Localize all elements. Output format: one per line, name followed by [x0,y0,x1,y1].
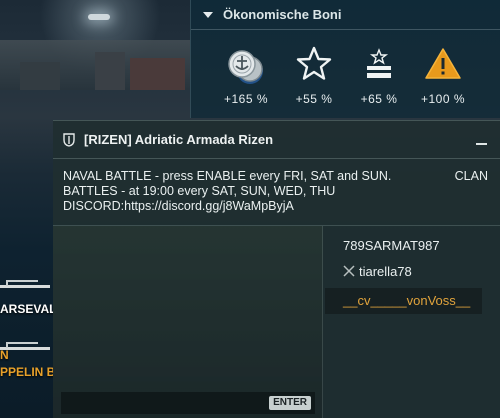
minimize-button[interactable] [476,133,488,147]
economic-bonuses-title: Ökonomische Boni [223,7,342,22]
clan-message-of-the-day: NAVAL BATTLE - press ENABLE every FRI, S… [63,169,463,214]
chat-title-bar[interactable]: [RIZEN] Adriatic Armada Rizen [53,121,500,159]
member-list: 789SARMAT987 tiarella78 __cv_____vonVoss… [325,226,500,418]
channel-label: CLAN [454,169,488,183]
bonus-xp[interactable]: +55 % [284,42,344,106]
bonus-value: +165 % [223,92,269,106]
ship-name-label[interactable]: PPELIN B [0,365,55,379]
bonus-value: +100 % [420,92,466,106]
member-list-item[interactable]: 789SARMAT987 [343,238,440,253]
ship-name-label[interactable]: N [0,348,9,362]
chat-title: [RIZEN] Adriatic Armada Rizen [84,132,274,147]
warning-free-xp-icon [413,42,473,86]
commander-xp-icon [349,42,409,86]
economic-bonuses-header[interactable]: Ökonomische Boni [191,0,500,30]
motd-line: NAVAL BATTLE - press ENABLE every FRI, S… [63,169,392,183]
bonus-commander-xp[interactable]: +65 % [349,42,409,106]
clan-shield-icon [63,132,75,147]
enter-button[interactable]: ENTER [269,396,311,410]
chat-body: ENTER 789SARMAT987 tiarella78 __cv_____v… [53,225,500,418]
credits-icon [216,42,276,86]
member-list-item[interactable]: tiarella78 [343,264,412,279]
chat-input[interactable]: ENTER [61,392,315,414]
ship-silhouette [0,278,54,292]
bonus-value: +55 % [295,92,333,106]
dock-lamp [88,14,110,20]
motd-line[interactable]: DISCORD:https://discord.gg/j8WaMpByjA [63,199,463,214]
collapse-caret-icon[interactable] [203,11,213,18]
member-name: tiarella78 [359,264,412,279]
star-icon [284,42,344,86]
ship-name-label[interactable]: ARSEVAL [0,302,56,316]
message-area[interactable]: ENTER [53,226,323,418]
crossed-swords-icon [343,265,355,277]
bonus-free-xp[interactable]: +100 % [413,42,473,106]
member-list-item-selected[interactable]: __cv_____vonVoss__ [325,288,482,314]
motd-line: BATTLES - at 19:00 every SAT, SUN, WED, … [63,184,336,198]
economic-bonuses-panel: Ökonomische Boni +165 % +55 % +65 % +100… [190,0,500,118]
bonus-list: +165 % +55 % +65 % +100 % [191,30,500,118]
bonus-credits[interactable]: +165 % [216,42,276,106]
clan-chat-window: [RIZEN] Adriatic Armada Rizen NAVAL BATT… [53,120,500,418]
harbor-silhouette [0,40,200,90]
bonus-value: +65 % [360,92,398,106]
